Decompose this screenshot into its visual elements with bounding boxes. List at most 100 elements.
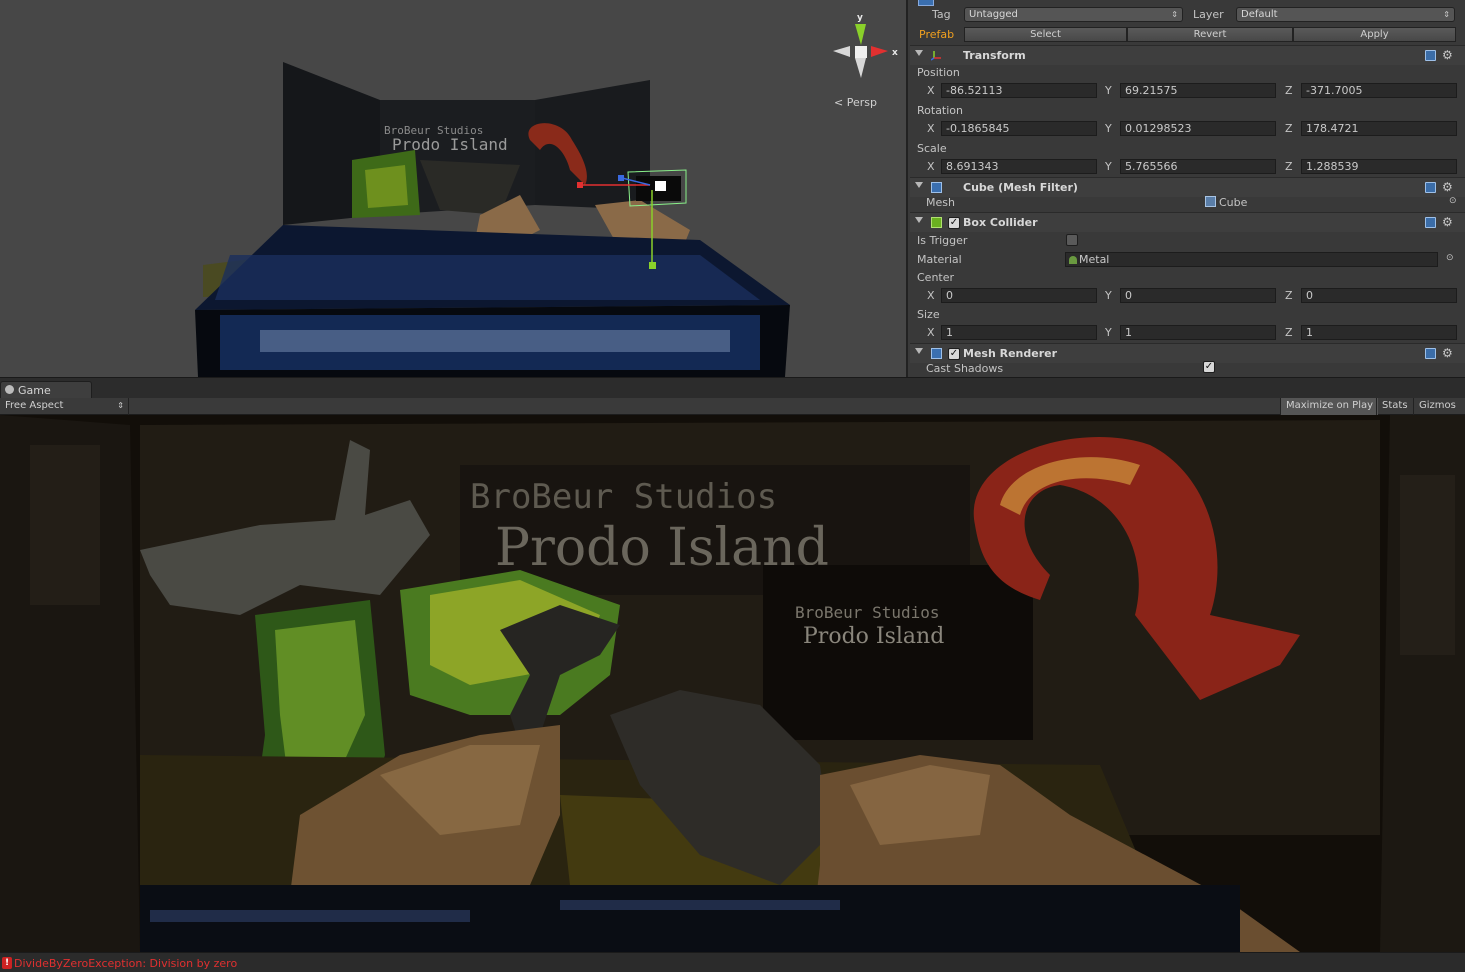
tag-dropdown[interactable]: Untagged ⇕ [964,7,1183,22]
mesh-filter-header[interactable]: Cube (Mesh Filter) ⚙ [910,177,1465,197]
game-big-sign-line1: BroBeur Studios [470,477,777,517]
box-collider-title: Box Collider [963,216,1038,229]
box-collider-enabled-checkbox[interactable]: ✓ [948,217,960,229]
scale-z-field[interactable]: 1.288539 [1301,159,1457,174]
scene-platform-pattern [215,255,760,300]
mesh-renderer-header[interactable]: ✓ Mesh Renderer ⚙ [910,343,1465,363]
size-x-field[interactable]: 1 [941,325,1097,340]
material-field[interactable]: Metal [1065,252,1438,267]
center-z-field[interactable]: 0 [1301,288,1457,303]
transform-header[interactable]: Transform ⚙ [910,45,1465,65]
gizmo-y-label: y [857,13,863,23]
position-x-field[interactable]: -86.52113 [941,83,1097,98]
gizmo-y-cone[interactable] [855,24,866,45]
object-picker-icon[interactable]: ⊙ [1446,253,1454,263]
mesh-filter-foldout-icon[interactable] [915,182,923,188]
object-picker-icon[interactable]: ⊙ [1449,196,1457,206]
gizmos-dropdown[interactable]: Gizmos [1413,398,1461,415]
material-value: Metal [1079,253,1110,266]
gizmo-neg-x-cone[interactable] [833,46,850,57]
gear-icon[interactable]: ⚙ [1442,49,1453,61]
rotation-y-label: Y [1105,122,1112,135]
tag-value: Untagged [969,9,1018,20]
gizmo-neg-y-cone[interactable] [855,58,866,78]
scene-platform-front-stripe [260,330,730,352]
box-collider-icon [931,217,942,228]
tab-game[interactable]: Game [0,381,92,399]
projection-toggle[interactable]: < Persp [834,96,877,109]
scene-wall-right [535,80,650,210]
box-collider-header[interactable]: ✓ Box Collider ⚙ [910,212,1465,232]
transform-foldout-icon[interactable] [915,50,923,56]
help-book-icon[interactable] [1425,50,1436,61]
gear-icon[interactable]: ⚙ [1442,181,1453,193]
scale-y-label: Y [1105,160,1112,173]
gameobject-icon [918,0,934,6]
layer-dropdown[interactable]: Default ⇕ [1236,7,1455,22]
scale-y-field[interactable]: 5.765566 [1120,159,1276,174]
prefab-select-button[interactable]: Select [964,27,1127,42]
maximize-on-play-toggle[interactable]: Maximize on Play [1280,398,1379,415]
stats-toggle[interactable]: Stats [1376,398,1413,415]
gizmo-center-cube[interactable] [855,46,867,58]
scene-view[interactable]: BroBeur Studios Prodo Island y x < Persp [0,0,908,377]
scale-x-label: X [927,160,935,173]
gizmo-x-cone[interactable] [871,46,888,57]
aspect-dropdown[interactable]: Free Aspect ⇕ [0,398,129,415]
rotation-label: Rotation [917,104,964,117]
game-view[interactable]: BroBeur Studios Prodo Island BroBeur Stu… [0,415,1465,952]
help-book-icon[interactable] [1425,182,1436,193]
game-wall-streak-right [1400,475,1455,655]
center-x-field[interactable]: 0 [941,288,1097,303]
help-book-icon[interactable] [1425,348,1436,359]
game-tab-label: Game [18,384,51,397]
size-x-label: X [927,326,935,339]
layer-value: Default [1241,9,1278,20]
cast-shadows-checkbox[interactable]: ✓ [1203,361,1215,373]
game-wall-streak-left [30,445,100,605]
mesh-renderer-enabled-checkbox[interactable]: ✓ [948,348,960,360]
prefab-revert-button[interactable]: Revert [1127,27,1293,42]
position-y-field[interactable]: 69.21575 [1120,83,1276,98]
inspector-panel[interactable]: Tag Untagged ⇕ Layer Default ⇕ Prefab Sele… [910,0,1465,377]
move-handle-center[interactable] [655,181,666,191]
position-z-field[interactable]: -371.7005 [1301,83,1457,98]
box-collider-foldout-icon[interactable] [915,217,923,223]
gear-icon[interactable]: ⚙ [1442,216,1453,228]
size-z-field[interactable]: 1 [1301,325,1457,340]
is-trigger-checkbox[interactable] [1066,234,1078,246]
center-z-label: Z [1285,289,1293,302]
scene-viewport[interactable]: BroBeur Studios Prodo Island y x [0,0,908,377]
orientation-gizmo[interactable]: y x [833,13,898,78]
size-y-field[interactable]: 1 [1120,325,1276,340]
move-handle-z-cap[interactable] [618,175,624,181]
gizmo-x-label: x [892,48,898,58]
center-y-field[interactable]: 0 [1120,288,1276,303]
mesh-value[interactable]: Cube [1219,196,1247,209]
position-z-label: Z [1285,84,1293,97]
is-trigger-label: Is Trigger [917,234,968,247]
rotation-x-field[interactable]: -0.1865845 [941,121,1097,136]
move-handle-y-cap[interactable] [649,262,656,269]
transform-title: Transform [963,49,1026,62]
prefab-apply-button[interactable]: Apply [1293,27,1456,42]
rotation-z-field[interactable]: 178.4721 [1301,121,1457,136]
material-label: Material [917,253,962,266]
gear-icon[interactable]: ⚙ [1442,347,1453,359]
status-message[interactable]: DivideByZeroException: Division by zero [14,957,237,970]
persp-chevron-icon: < [834,96,844,109]
mesh-filter-icon [931,182,942,193]
rotation-y-field[interactable]: 0.01298523 [1120,121,1276,136]
mesh-renderer-foldout-icon[interactable] [915,348,923,354]
game-tab-bar: Game [0,377,1465,399]
scale-z-label: Z [1285,160,1293,173]
scale-x-field[interactable]: 8.691343 [941,159,1097,174]
game-small-sign-line2: Prodo Island [803,624,944,649]
help-book-icon[interactable] [1425,217,1436,228]
scale-label: Scale [917,142,947,155]
aspect-dropdown-arrow-icon: ⇕ [117,401,124,410]
status-bar[interactable]: ! DivideByZeroException: Division by zer… [0,952,1465,972]
game-viewport[interactable]: BroBeur Studios Prodo Island BroBeur Stu… [0,415,1465,952]
move-handle-x-cap[interactable] [577,182,583,188]
rotation-x-label: X [927,122,935,135]
